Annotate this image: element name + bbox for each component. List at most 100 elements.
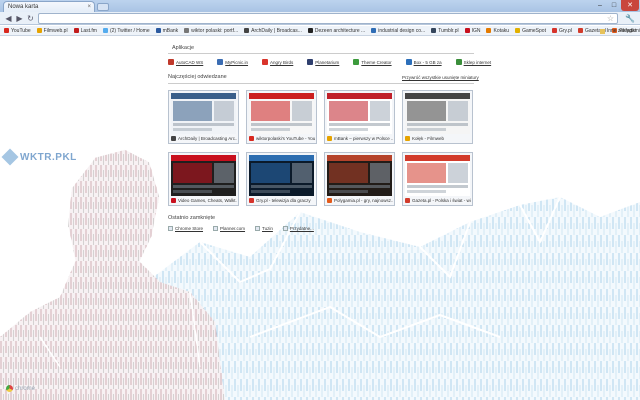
page-icon [213,226,219,231]
tile-title: wiktorpolaski's YouTube - Your... [256,136,315,141]
tile-caption: Video Games, Cheats, Walkt... [171,198,237,203]
recently-closed-item[interactable]: Planner.com [213,226,245,231]
bookmark-item[interactable]: Tumblr.pl [431,27,459,34]
bookmark-favicon-icon [73,28,79,33]
recently-closed-item[interactable]: Chrome Store [168,226,203,231]
bookmark-favicon-icon [244,28,250,33]
toolbar: ◀ ▶ ↻ ☆ 🔧 [0,12,640,25]
app-label: Sklep internet [463,59,492,65]
bookmark-item[interactable]: mBank [155,27,179,34]
app-icon [405,59,412,65]
tile-favicon-icon [171,198,176,203]
bookmarks-bar: YouTube Filmweb.pl Last.fm (2) Twitter / Ho… [0,26,640,36]
tile-title: ArchDaily | Broadcasting Arc... [178,136,237,141]
bookmark-item[interactable]: Kotaku [486,28,509,34]
app-launcher[interactable]: AutoCAD WS [168,59,203,65]
app-launcher[interactable]: MyPicnic.in [217,59,248,65]
bookmark-item[interactable]: Last.fm [73,27,97,34]
app-label: Theme Creator [361,59,392,65]
most-visited-tile[interactable]: Video Games, Cheats, Walkt... [168,152,239,206]
tile-caption: Gazeta.pl - Polska i świat - wi... [405,198,471,203]
bookmark-item[interactable]: industrial design co... [371,28,425,34]
maximize-button[interactable]: □ [607,0,621,11]
chrome-logo: chrome [6,385,35,392]
page-icon [282,226,288,231]
most-visited-heading[interactable]: Najczęściej odwiedzane [168,74,227,80]
app-label: Planetarium [315,59,340,65]
most-visited-tile[interactable]: mBank – pierwszy w Polsce ... [324,90,395,144]
bookmark-favicon-icon [102,28,108,33]
bookmark-item[interactable]: wiktor polaski: portf... [184,28,238,34]
bookmark-label: Kotaku [493,27,510,34]
new-tab-page: WKTR.PKL Aplikacje AutoCAD WS MyPicnic.in… [0,37,640,400]
tab-close-icon[interactable]: × [87,4,91,10]
bookmark-label: Dezeen architecture ... [314,27,366,34]
most-visited-tile[interactable]: Gazeta.pl - Polska i świat - wi... [402,152,473,206]
tile-title: Gazeta.pl - Polska i świat - wi... [412,198,471,203]
most-visited-tile[interactable]: Polygamia.pl - gry, najnowsz... [324,152,395,206]
tile-caption: Polygamia.pl - gry, najnowsz... [327,198,393,203]
forward-icon[interactable]: ▶ [14,13,25,24]
bookmark-item[interactable]: ArchDaily | Broadcas... [244,28,302,34]
other-bookmarks-label: Inne zakładki [606,28,636,34]
tile-caption: Kołęk - Filmweb [405,136,471,141]
bookmark-favicon-icon [577,28,583,33]
tile-favicon-icon [405,198,410,203]
recently-closed-list: Chrome Store Planner.com Tuzin Przydatne... [168,226,324,231]
recently-closed-item[interactable]: Przydatne... [282,226,314,231]
bookmark-label: Gry.pl [558,27,572,34]
wrench-icon[interactable]: 🔧 [624,13,636,24]
bookmark-item[interactable]: GameSpot [515,28,546,34]
back-icon[interactable]: ◀ [3,13,14,24]
new-tab-button[interactable] [97,3,109,11]
most-visited-tile[interactable]: wiktorpolaski's YouTube - Your... [246,90,317,144]
tile-thumbnail [405,155,470,196]
tile-thumbnail [249,155,314,196]
most-visited-tile[interactable]: Kołęk - Filmweb [402,90,473,144]
bookmark-item[interactable]: IGN [464,27,481,34]
tile-favicon-icon [405,136,410,141]
reload-icon[interactable]: ↻ [25,13,36,24]
minimize-button[interactable]: – [593,0,607,11]
app-icon [455,59,462,65]
bookmark-item[interactable]: Filmweb.pl [36,27,68,34]
tile-title: Video Games, Cheats, Walkt... [178,198,237,203]
recently-closed-item[interactable]: Tuzin [255,226,273,231]
star-icon[interactable]: ☆ [607,14,614,24]
app-launcher[interactable]: Angry Birds [262,59,293,65]
app-launcher[interactable]: Box - 5 GB za [405,59,442,65]
tile-thumbnail [171,93,236,134]
tile-thumbnail [171,155,236,196]
bookmark-favicon-icon [551,28,557,33]
bookmark-item[interactable]: Gry.pl [551,27,572,34]
address-bar[interactable]: ☆ [38,13,618,24]
tile-caption: ArchDaily | Broadcasting Arc... [171,136,237,141]
most-visited-tile[interactable]: Gry.pl - telewizja dla graczy [246,152,317,206]
bookmark-item[interactable]: Dezeen architecture ... [307,27,366,34]
app-label: Box - 5 GB za [413,59,442,65]
bookmark-label: mBank [162,27,179,34]
close-window-button[interactable]: ✕ [621,0,639,11]
bookmark-label: ArchDaily | Broadcas... [251,27,302,34]
apps-heading[interactable]: Aplikacje [172,45,194,51]
bookmark-favicon-icon [4,28,9,33]
other-bookmarks[interactable]: Inne zakładki [599,28,636,34]
recently-closed-heading[interactable]: Ostatnio zamknięte [168,215,215,221]
bookmark-favicon-icon [36,28,42,33]
app-launcher[interactable]: Theme Creator [353,59,392,65]
restore-thumbnails-link[interactable]: Przywróć wszystkie usunięte miniatury [402,75,479,80]
bookmark-item[interactable]: (2) Twitter / Home [102,27,150,34]
most-visited-tile[interactable]: ArchDaily | Broadcasting Arc... [168,90,239,144]
bookmark-label: Last.fm [80,27,97,34]
bookmark-label: IGN [471,27,481,34]
bookmark-label: (2) Twitter / Home [109,27,150,34]
bookmark-item[interactable]: YouTube [4,28,31,34]
tile-title: Kołęk - Filmweb [412,136,445,141]
app-launcher[interactable]: Planetarium [307,59,339,65]
app-icon [353,59,360,65]
bookmark-label: Filmweb.pl [43,27,68,34]
apps-list: AutoCAD WS MyPicnic.in Angry Birds Planetar… [168,59,505,65]
app-launcher[interactable]: Sklep internet [455,59,492,65]
bookmark-label: Tumblr.pl [438,27,459,34]
tile-caption: Gry.pl - telewizja dla graczy [249,198,315,203]
